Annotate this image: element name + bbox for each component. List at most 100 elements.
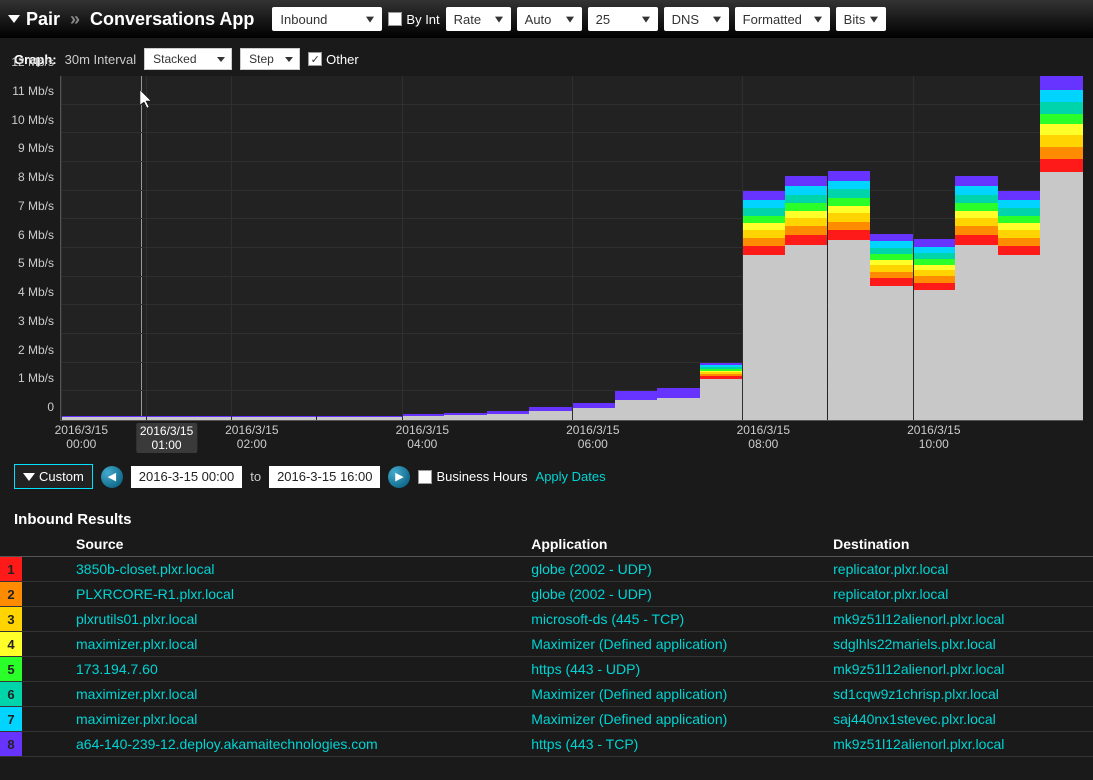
source-cell[interactable]: maximizer.plxr.local (70, 682, 525, 707)
other-toggle[interactable]: ✓ Other (308, 52, 359, 67)
app-cell[interactable]: globe (2002 - UDP) (525, 557, 827, 582)
table-row[interactable]: 5 173.194.7.60https (443 - UDP)mk9z51l12a… (0, 657, 1093, 682)
table-row[interactable]: 8 a64-140-239-12.deploy.akamaitechnologie… (0, 732, 1093, 757)
rank-cell: 8 (0, 732, 22, 757)
source-cell[interactable]: 3850b-closet.plxr.local (70, 557, 525, 582)
app-cell[interactable]: https (443 - UDP) (525, 657, 827, 682)
rate-select[interactable]: Rate (446, 7, 511, 31)
results-title: Inbound Results (0, 497, 1093, 532)
byint-checkbox[interactable] (388, 12, 402, 26)
source-cell[interactable]: maximizer.plxr.local (70, 632, 525, 657)
rank-cell: 2 (0, 582, 22, 607)
page-title[interactable]: Pair » Conversations App (8, 9, 254, 30)
rank-cell: 6 (0, 682, 22, 707)
from-date-input[interactable]: 2016-3-15 00:00 (131, 466, 242, 488)
stack-column (615, 391, 658, 420)
source-cell[interactable]: plxrutils01.plxr.local (70, 607, 525, 632)
x-tick: 2016/3/1500:00 (55, 423, 108, 451)
source-cell[interactable]: a64-140-239-12.deploy.akamaitechnologies… (70, 732, 525, 757)
rank-cell: 5 (0, 657, 22, 682)
spacer-cell (22, 707, 70, 732)
y-tick: 8 Mb/s (18, 170, 54, 184)
custom-range-button[interactable]: Custom (14, 464, 93, 489)
dest-cell[interactable]: replicator.plxr.local (827, 557, 1093, 582)
app-cell[interactable]: Maximizer (Defined application) (525, 707, 827, 732)
apply-dates-link[interactable]: Apply Dates (536, 469, 606, 484)
format-select[interactable]: Formatted (735, 7, 830, 31)
app-cell[interactable]: globe (2002 - UDP) (525, 582, 827, 607)
stack-select[interactable]: Stacked (144, 48, 232, 70)
y-tick: 4 Mb/s (18, 285, 54, 299)
app-cell[interactable]: https (443 - TCP) (525, 732, 827, 757)
chart-plot[interactable] (60, 76, 1083, 421)
to-date-input[interactable]: 2016-3-15 16:00 (269, 466, 380, 488)
y-tick: 5 Mb/s (18, 256, 54, 270)
table-row[interactable]: 1 3850b-closet.plxr.localglobe (2002 - UD… (0, 557, 1093, 582)
app-cell[interactable]: microsoft-ds (445 - TCP) (525, 607, 827, 632)
interval-label: 30m Interval (65, 52, 137, 67)
lookup-select[interactable]: DNS (664, 7, 729, 31)
direction-select[interactable]: Inbound (272, 7, 382, 31)
stack-column (700, 363, 743, 420)
other-checkbox[interactable]: ✓ (308, 52, 322, 66)
time-cursor[interactable] (141, 76, 142, 420)
app-cell[interactable]: Maximizer (Defined application) (525, 632, 827, 657)
chevron-down-icon (23, 473, 35, 481)
col-application[interactable]: Application (525, 532, 827, 557)
prev-range-button[interactable]: ◀ (101, 466, 123, 488)
x-tick: 2016/3/1501:00 (136, 423, 197, 453)
table-row[interactable]: 2 PLXRCORE-R1.plxr.localglobe (2002 - UDP… (0, 582, 1093, 607)
dest-cell[interactable]: sdglhls22mariels.plxr.local (827, 632, 1093, 657)
spacer-cell (22, 632, 70, 657)
source-cell[interactable]: PLXRCORE-R1.plxr.local (70, 582, 525, 607)
breadcrumb-sep: » (70, 9, 80, 30)
dest-cell[interactable]: sd1cqw9z1chrisp.plxr.local (827, 682, 1093, 707)
stack-column (529, 407, 572, 420)
rank-cell: 3 (0, 607, 22, 632)
table-row[interactable]: 3 plxrutils01.plxr.localmicrosoft-ds (445… (0, 607, 1093, 632)
stack-column (1040, 76, 1083, 420)
title-right: Conversations App (90, 9, 254, 30)
col-destination[interactable]: Destination (827, 532, 1093, 557)
x-tick: 2016/3/1502:00 (225, 423, 278, 451)
y-tick: 10 Mb/s (11, 113, 54, 127)
dest-cell[interactable]: mk9z51l12alienorl.plxr.local (827, 657, 1093, 682)
table-row[interactable]: 4maximizer.plxr.localMaximizer (Defined … (0, 632, 1093, 657)
units-select[interactable]: Bits (836, 7, 886, 31)
spacer-cell (22, 682, 70, 707)
mouse-cursor-icon (140, 90, 154, 110)
spacer-cell (22, 657, 70, 682)
dest-cell[interactable]: mk9z51l12alienorl.plxr.local (827, 607, 1093, 632)
next-range-button[interactable]: ▶ (388, 466, 410, 488)
chart: 01 Mb/s2 Mb/s3 Mb/s4 Mb/s5 Mb/s6 Mb/s7 M… (0, 76, 1093, 456)
stack-column (359, 416, 402, 420)
y-tick: 12 Mb/s (11, 55, 54, 69)
dest-cell[interactable]: replicator.plxr.local (827, 582, 1093, 607)
col-source[interactable]: Source (70, 532, 525, 557)
app-cell[interactable]: Maximizer (Defined application) (525, 682, 827, 707)
x-tick: 2016/3/1510:00 (907, 423, 960, 451)
table-row[interactable]: 7maximizer.plxr.localMaximizer (Defined … (0, 707, 1093, 732)
results-table: Source Application Destination 1 3850b-cl… (0, 532, 1093, 757)
dest-cell[interactable]: mk9z51l12alienorl.plxr.local (827, 732, 1093, 757)
stack-column (231, 416, 274, 420)
y-tick: 9 Mb/s (18, 141, 54, 155)
dest-cell[interactable]: saj440nx1stevec.plxr.local (827, 707, 1093, 732)
byint-toggle[interactable]: By Int (388, 12, 439, 27)
source-cell[interactable]: maximizer.plxr.local (70, 707, 525, 732)
table-row[interactable]: 6 maximizer.plxr.localMaximizer (Defined … (0, 682, 1093, 707)
y-tick: 1 Mb/s (18, 371, 54, 385)
x-tick: 2016/3/1508:00 (737, 423, 790, 451)
stack-column (444, 413, 487, 420)
stack-column (657, 388, 700, 420)
business-hours-toggle[interactable]: Business Hours (418, 469, 527, 484)
step-select[interactable]: Step (240, 48, 300, 70)
y-tick: 6 Mb/s (18, 228, 54, 242)
rank-cell: 1 (0, 557, 22, 582)
business-hours-checkbox[interactable] (418, 470, 432, 484)
stack-column (785, 176, 828, 420)
auto-select[interactable]: Auto (517, 7, 582, 31)
count-select[interactable]: 25 (588, 7, 658, 31)
spacer-cell (22, 732, 70, 757)
source-cell[interactable]: 173.194.7.60 (70, 657, 525, 682)
